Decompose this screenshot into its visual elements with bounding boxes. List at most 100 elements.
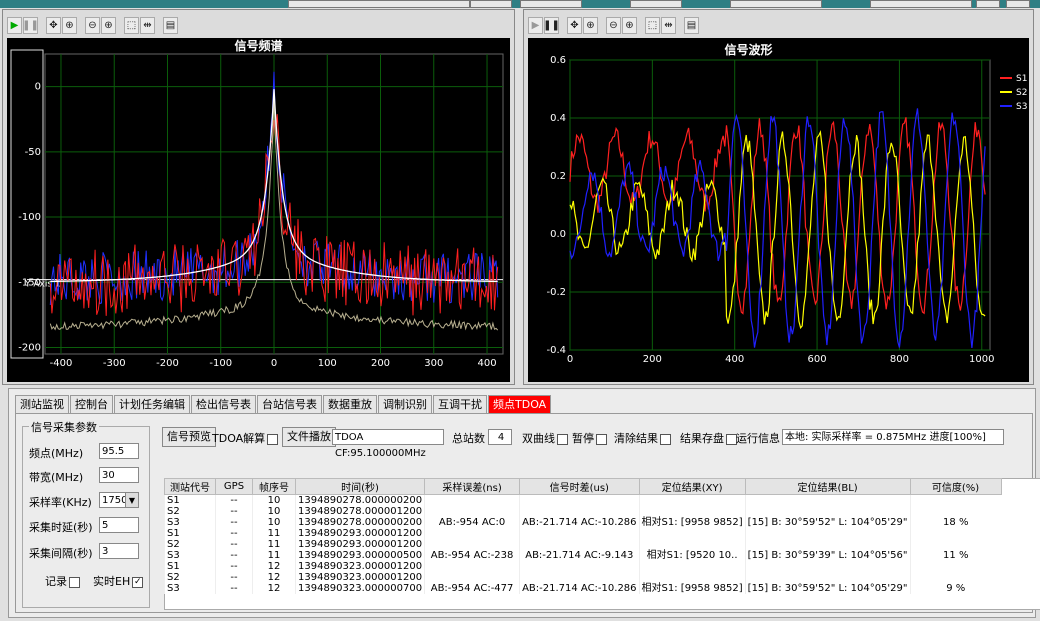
legend-label: S2 [1016,88,1027,98]
table-row[interactable]: S3 -- 11 1394890293.000000500 AB:-954 AC:-23… [164,550,1001,561]
zoom-region-icon[interactable]: ⊕ [583,16,598,34]
table-row[interactable]: S3 -- 12 1394890323.000000700 AB:-954 AC:-47… [164,583,1001,594]
table-row[interactable]: S2 -- 12 1394890323.000001200 [164,572,1001,583]
record-checkbox-row[interactable]: 记录 [45,573,82,589]
tab-item[interactable]: 检出信号表 [191,395,256,413]
play-icon[interactable]: ▶ [7,16,22,34]
save-result-checkbox-row[interactable]: 结果存盘 [680,430,739,446]
top-field-6[interactable] [870,0,972,8]
table-header-cell[interactable]: 采样误差(ns) [424,478,521,495]
table-header-cell[interactable]: 可信度(%) [909,478,1002,495]
zoom-out-icon[interactable]: ⊖ [606,16,621,34]
play-icon[interactable]: ▶ [528,16,543,34]
table-cell: S2 [164,506,216,517]
waveform-y-tick: 0.0 [550,229,566,240]
table-header-cell[interactable]: 时间(秒) [294,478,426,495]
table-row[interactable]: S1 -- 10 1394890278.000000200 [164,494,1001,506]
dual-curve-checkbox-row[interactable]: 双曲线 [522,430,570,446]
pause-icon[interactable]: ❚❚ [22,16,39,34]
tab-item[interactable]: 计划任务编辑 [114,395,190,413]
table-row[interactable]: S1 -- 11 1394890293.000001200 [164,528,1001,539]
top-field-8[interactable] [1006,0,1030,8]
interval-input[interactable]: 3 [99,543,139,559]
table-cell: -- [215,583,253,594]
table-header-cell[interactable]: 信号时差(us) [519,478,640,495]
top-field-7[interactable] [976,0,1000,8]
cursor-line-icon[interactable]: ⇹ [661,16,676,34]
pause-checkbox-row[interactable]: 暂停 [572,430,609,446]
table-cell: 1394890323.000001200 [294,561,425,572]
select-box-icon[interactable]: ⬚ [124,16,139,34]
zoom-region-icon[interactable]: ⊕ [62,16,77,34]
select-box-icon[interactable]: ⬚ [645,16,660,34]
sample-rate-select[interactable]: 1750 ▼ [99,492,139,508]
table-row[interactable]: S2 -- 11 1394890293.000001200 [164,539,1001,550]
spectrum-x-tick: 0 [271,358,277,369]
table-cell [519,506,640,517]
top-field-5[interactable] [730,0,822,8]
bandwidth-input[interactable]: 30 [99,467,139,483]
tab-item[interactable]: 台站信号表 [257,395,322,413]
zoom-in-icon[interactable]: ⊕ [101,16,116,34]
table-cell [744,539,910,550]
table-header-cell[interactable]: 帧序号 [252,478,296,495]
pan-icon[interactable]: ✥ [567,16,582,34]
waveform-x-tick: 400 [725,354,744,365]
table-cell [424,494,520,506]
clear-result-checkbox-row[interactable]: 清除结果 [614,430,673,446]
spectrum-x-tick: 300 [424,358,443,369]
chevron-down-icon[interactable]: ▼ [125,493,138,507]
copy-icon[interactable]: ▤ [684,16,699,34]
pause-checkbox[interactable] [596,433,607,445]
table-header-cell[interactable]: GPS [215,478,253,495]
table-cell [638,528,746,539]
table-cell [744,494,910,506]
top-field-3[interactable] [520,0,582,8]
table-cell [424,561,520,572]
zoom-in-icon[interactable]: ⊕ [622,16,637,34]
tab-item[interactable]: 测站监视 [15,395,69,413]
pause-icon[interactable]: ❚❚ [543,16,560,34]
realtime-checkbox[interactable]: ✓ [132,576,144,588]
delay-input[interactable]: 5 [99,517,139,533]
center-freq-input[interactable]: 95.5 [99,443,139,459]
table-cell: 相对S1: [9958 9852] [638,583,746,594]
signal-preview-button[interactable]: 信号预览 [162,427,216,447]
zoom-out-icon[interactable]: ⊖ [85,16,100,34]
record-checkbox[interactable] [69,576,80,588]
top-field-2[interactable] [470,0,512,8]
clear-result-checkbox[interactable] [660,433,671,445]
cursor-line-icon[interactable]: ⇹ [140,16,155,34]
top-field-4[interactable] [630,0,682,8]
run-info-label: 运行信息 [736,432,780,445]
tdoa-solve-checkbox-row[interactable]: TDOA解算 [212,430,280,446]
table-header-cell[interactable]: 测站代号 [164,478,216,495]
record-label: 记录 [45,575,67,588]
file-play-button[interactable]: 文件播放 [282,427,336,447]
waveform-x-tick: 200 [643,354,662,365]
table-row[interactable]: S3 -- 10 1394890278.000000200 AB:-954 AC:0 AB… [164,517,1001,528]
table-header-cell[interactable]: 定位结果(XY) [638,478,746,495]
tab-item[interactable]: 数据重放 [323,395,377,413]
file-name-field[interactable]: TDOA CF:95.100000MHz [332,429,444,459]
table-header-cell[interactable]: 定位结果(BL) [744,478,911,495]
tab-item[interactable]: 互调干扰 [433,395,487,413]
tdoa-solve-checkbox[interactable] [267,433,279,445]
tab-item[interactable]: 频点TDOA [488,395,552,413]
dual-curve-checkbox[interactable] [557,433,568,445]
table-cell [638,506,746,517]
pan-icon[interactable]: ✥ [46,16,61,34]
copy-icon[interactable]: ▤ [163,16,178,34]
tab-item[interactable]: 控制台 [70,395,113,413]
table-cell [909,539,1001,550]
tab-item[interactable]: 调制识别 [378,395,432,413]
realtime-checkbox-row[interactable]: 实时EH ✓ [93,573,145,589]
table-row[interactable]: S1 -- 12 1394890323.000001200 [164,561,1001,572]
spectrum-x-tick: -200 [156,358,179,369]
table-cell: [15] B: 30°59'52" L: 104°05'29" [744,583,910,594]
table-cell: 1394890293.000001200 [294,528,425,539]
table-cell: [15] B: 30°59'52" L: 104°05'29" [744,517,910,528]
table-row[interactable]: S2 -- 10 1394890278.000001200 [164,506,1001,517]
table-cell: 11 [252,528,296,539]
top-field-1[interactable] [288,0,470,8]
